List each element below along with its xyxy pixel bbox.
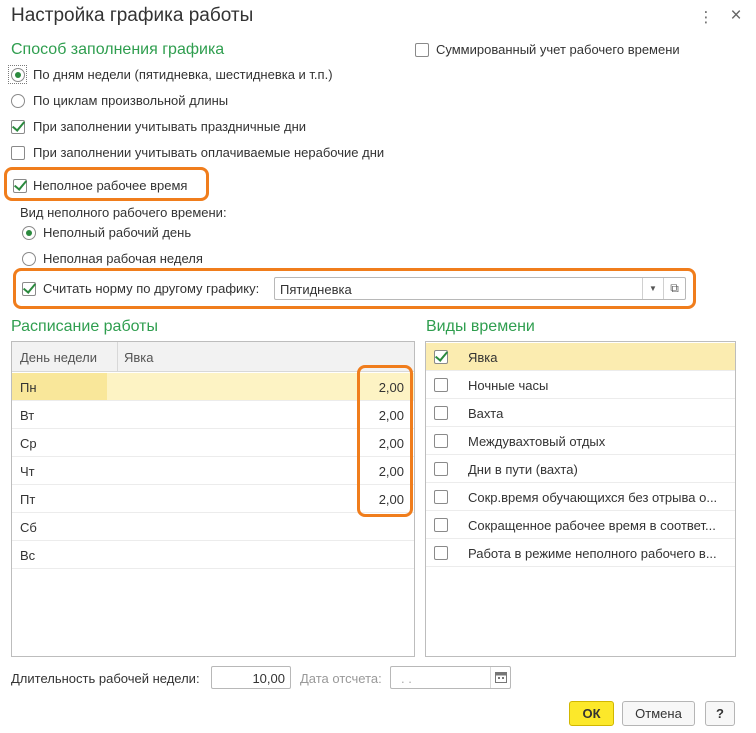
list-item[interactable]: Сокращенное рабочее время в соответ...	[426, 511, 735, 539]
week-length-value: 10,00	[252, 671, 285, 686]
more-menu-icon[interactable]: ⋮	[698, 8, 714, 26]
partday-label[interactable]: Неполный рабочий день	[43, 225, 191, 240]
parttime-label[interactable]: Неполное рабочее время	[33, 178, 187, 193]
paid-nonwork-checkbox[interactable]	[11, 146, 25, 160]
partweek-label[interactable]: Неполная рабочая неделя	[43, 251, 203, 266]
holidays-checkbox[interactable]	[11, 120, 25, 134]
time-type-checkbox[interactable]	[434, 518, 448, 532]
norm-other-schedule-label[interactable]: Считать норму по другому графику:	[43, 281, 259, 296]
summarized-checkbox[interactable]	[415, 43, 429, 57]
window-title: Настройка графика работы	[11, 5, 254, 26]
holidays-label[interactable]: При заполнении учитывать праздничные дни	[33, 119, 306, 134]
by-weekdays-label[interactable]: По дням недели (пятидневка, шестидневка …	[33, 67, 333, 82]
attendance-column-header[interactable]: Явка	[124, 350, 154, 365]
partweek-radio[interactable]	[22, 252, 36, 266]
by-cycles-radio[interactable]	[11, 94, 25, 108]
by-weekdays-radio[interactable]	[11, 68, 25, 82]
open-form-icon[interactable]: ⧉	[663, 278, 685, 299]
time-type-checkbox[interactable]	[434, 350, 448, 364]
list-item[interactable]: Работа в режиме неполного рабочего в...	[426, 539, 735, 567]
paid-nonwork-label[interactable]: При заполнении учитывать оплачиваемые не…	[33, 145, 384, 160]
ref-date-label: Дата отсчета:	[300, 671, 382, 686]
table-row[interactable]: Ср 2,00	[12, 429, 414, 457]
list-item[interactable]: Ночные часы	[426, 371, 735, 399]
time-type-checkbox[interactable]	[434, 406, 448, 420]
time-type-checkbox[interactable]	[434, 462, 448, 476]
cancel-button[interactable]: Отмена	[622, 701, 695, 726]
week-length-input[interactable]: 10,00	[211, 666, 291, 689]
fill-method-title: Способ заполнения графика	[11, 41, 225, 58]
time-type-checkbox[interactable]	[434, 378, 448, 392]
table-row[interactable]: Вс	[12, 541, 414, 569]
parttime-kind-label: Вид неполного рабочего времени:	[20, 205, 227, 220]
time-types-list[interactable]: Явка Ночные часы Вахта Междувахтовый отд…	[425, 341, 736, 657]
time-type-checkbox[interactable]	[434, 546, 448, 560]
table-row[interactable]: Пт 2,00	[12, 485, 414, 513]
summarized-label[interactable]: Суммированный учет рабочего времени	[436, 42, 680, 57]
list-item[interactable]: Вахта	[426, 399, 735, 427]
norm-other-schedule-checkbox[interactable]	[22, 282, 36, 296]
day-column-header[interactable]: День недели	[20, 350, 97, 365]
table-row[interactable]: Пн 2,00	[12, 373, 414, 401]
list-item[interactable]: Явка	[426, 343, 735, 371]
norm-schedule-select[interactable]: Пятидневка ▼ ⧉	[274, 277, 686, 300]
chevron-down-icon[interactable]: ▼	[642, 278, 663, 299]
partday-radio[interactable]	[22, 226, 36, 240]
ref-date-input[interactable]: . .	[390, 666, 511, 689]
time-type-checkbox[interactable]	[434, 490, 448, 504]
calendar-icon[interactable]	[490, 667, 510, 688]
by-cycles-label[interactable]: По циклам произвольной длины	[33, 93, 228, 108]
list-item[interactable]: Сокр.время обучающихся без отрыва о...	[426, 483, 735, 511]
help-button[interactable]: ?	[705, 701, 735, 726]
norm-schedule-value: Пятидневка	[280, 282, 352, 297]
schedule-header: День недели Явка	[12, 342, 414, 372]
ref-date-value: . .	[401, 671, 412, 686]
list-item[interactable]: Дни в пути (вахта)	[426, 455, 735, 483]
week-length-label: Длительность рабочей недели:	[11, 671, 200, 686]
time-types-title: Виды времени	[426, 318, 535, 335]
table-row[interactable]: Вт 2,00	[12, 401, 414, 429]
table-row[interactable]: Чт 2,00	[12, 457, 414, 485]
time-type-checkbox[interactable]	[434, 434, 448, 448]
table-row[interactable]: Сб	[12, 513, 414, 541]
close-icon[interactable]: ×	[728, 5, 744, 27]
parttime-checkbox[interactable]	[13, 179, 27, 193]
schedule-table[interactable]: День недели Явка Пн 2,00 Вт 2,00 Ср 2,00…	[11, 341, 415, 657]
ok-button[interactable]: ОК	[569, 701, 614, 726]
list-item[interactable]: Междувахтовый отдых	[426, 427, 735, 455]
schedule-title: Расписание работы	[11, 318, 158, 335]
